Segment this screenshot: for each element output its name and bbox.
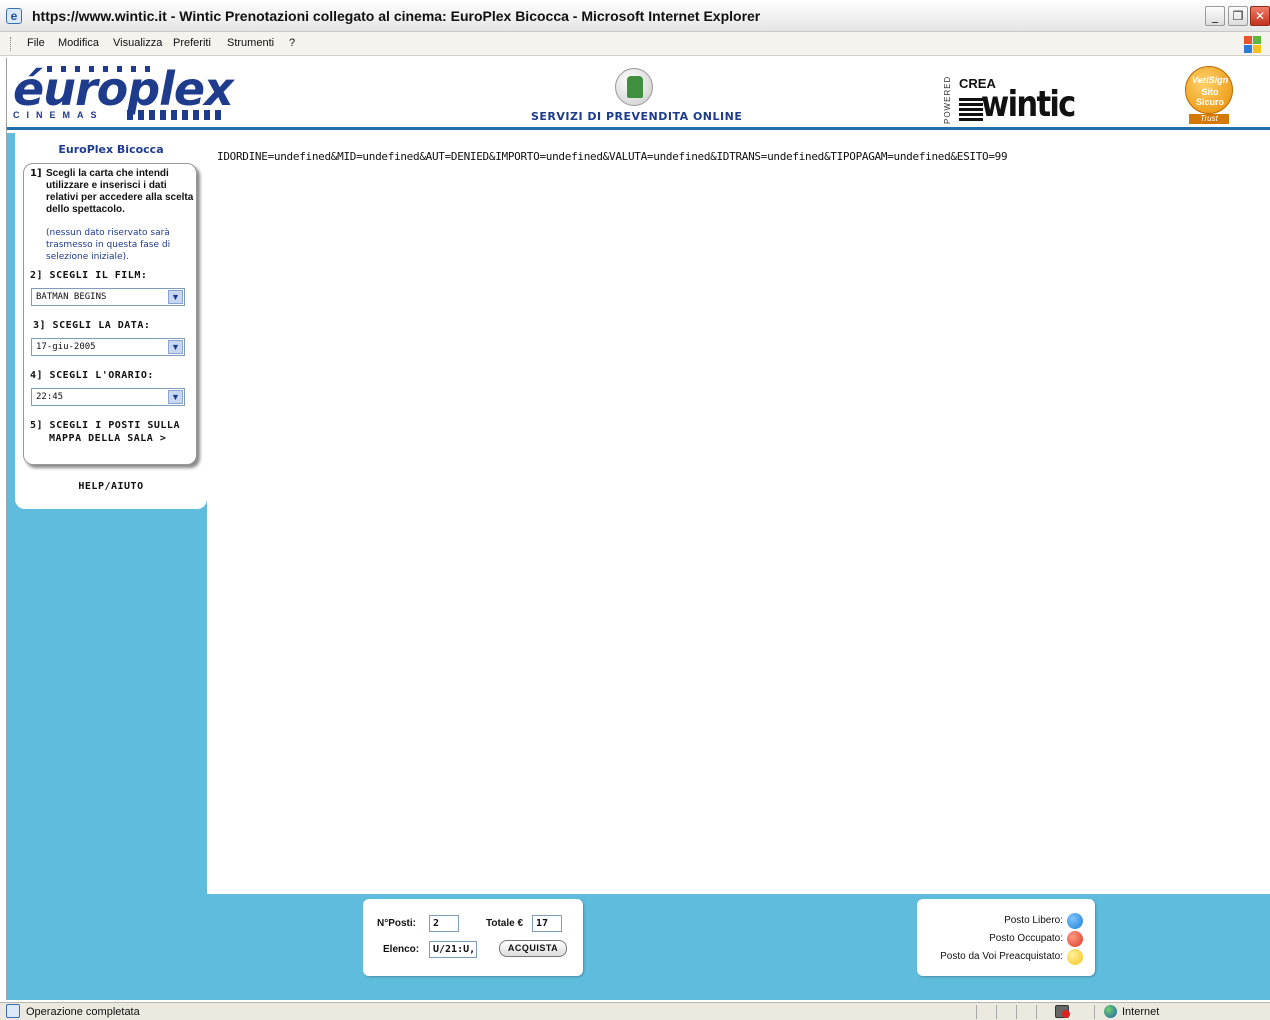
step1-note: (nessun dato riservato sarà trasmesso in… <box>46 228 171 262</box>
date-select[interactable]: 17-giu-2005 ▼ <box>31 338 185 356</box>
chevron-down-icon[interactable]: ▼ <box>168 340 183 354</box>
occupied-seat-icon <box>1067 931 1083 947</box>
status-separator <box>1036 1005 1037 1019</box>
window-title: https://www.wintic.it - Wintic Prenotazi… <box>32 8 761 24</box>
verisign-line2: Sito <box>1201 87 1219 97</box>
step1-number: 1] <box>30 168 42 179</box>
step2-label: 2] SCEGLI IL FILM: <box>30 270 148 281</box>
posti-field[interactable]: 2 <box>429 915 459 932</box>
popup-blocked-icon[interactable] <box>1055 1005 1070 1018</box>
verisign-badge-icon: VeriSign Sito Sicuro <box>1185 66 1233 114</box>
step1-text: Scegli la carta che intendi utilizzare e… <box>46 168 194 215</box>
cinema-name: EuroPlex Bicocca <box>58 143 164 156</box>
cinema-seat-icon <box>615 68 653 106</box>
internet-globe-icon <box>1104 1005 1117 1018</box>
totale-field[interactable]: 17 <box>532 915 562 932</box>
site-header: éuroplex CINEMAS SERVIZI DI PREVENDITA O… <box>7 58 1270 130</box>
logo-film-strip <box>127 110 222 120</box>
europlex-logo[interactable]: éuroplex <box>13 62 234 116</box>
film-select-value: BATMAN BEGINS <box>36 292 107 302</box>
response-query-string: IDORDINE=undefined&MID=undefined&AUT=DEN… <box>217 150 1008 163</box>
status-separator <box>1094 1005 1095 1019</box>
steps-box: 1] Scegli la carta che intendi utilizzar… <box>23 163 197 465</box>
title-bar: e https://www.wintic.it - Wintic Prenota… <box>0 0 1270 32</box>
step3-label: 3] SCEGLI LA DATA: <box>33 320 151 331</box>
elenco-label: Elenco: <box>383 944 420 955</box>
status-message: Operazione completata <box>26 1006 140 1018</box>
step5-link-line1[interactable]: 5] SCEGLI I POSTI SULLA <box>30 420 180 431</box>
menu-help[interactable]: ? <box>289 37 295 49</box>
verisign-trust: Trust <box>1189 114 1229 124</box>
chevron-down-icon[interactable]: ▼ <box>168 290 183 304</box>
status-separator <box>976 1005 977 1019</box>
chevron-down-icon[interactable]: ▼ <box>168 390 183 404</box>
menu-strumenti[interactable]: Strumenti <box>227 37 274 49</box>
ie-app-icon[interactable]: e <box>6 8 22 24</box>
sidebar-card: EuroPlex Bicocca 1] Scegli la carta che … <box>15 133 207 509</box>
step4-label: 4] SCEGLI L'ORARIO: <box>30 370 154 381</box>
seat-legend-panel: Posto Libero: Posto Occupato: Posto da V… <box>917 899 1095 976</box>
header-caption: SERVIZI DI PREVENDITA ONLINE <box>531 110 743 123</box>
menu-bar: File Modifica Visualizza Preferiti Strum… <box>0 32 1270 56</box>
page-status-icon <box>6 1004 20 1018</box>
footer-bar: N°Posti: 2 Totale € 17 Elenco: U/21:U, A… <box>7 894 1270 1000</box>
wintic-logo[interactable]: wintic <box>981 84 1076 125</box>
minimize-button[interactable]: _ <box>1205 6 1225 26</box>
date-select-value: 17-giu-2005 <box>36 342 96 352</box>
posti-label: N°Posti: <box>377 918 416 929</box>
verisign-line1: VeriSign <box>1191 75 1229 85</box>
browser-viewport: éuroplex CINEMAS SERVIZI DI PREVENDITA O… <box>6 58 1270 1000</box>
verisign-line3: Sicuro <box>1195 97 1224 107</box>
security-zone-label: Internet <box>1122 1006 1160 1018</box>
acquista-button[interactable]: ACQUISTA <box>499 940 567 957</box>
restore-button[interactable]: ❐ <box>1228 6 1248 26</box>
toolbar-grip[interactable] <box>10 37 12 51</box>
prebought-seat-icon <box>1067 949 1083 965</box>
status-separator <box>996 1005 997 1019</box>
legend-prebought-label: Posto da Voi Preacquistato: <box>940 951 1063 962</box>
wintic-logo-lines <box>959 98 983 122</box>
powered-label: POWERED <box>943 75 952 124</box>
step5-link-line2[interactable]: MAPPA DELLA SALA > <box>49 433 166 444</box>
status-separator <box>1016 1005 1017 1019</box>
totale-label: Totale € <box>486 918 524 929</box>
close-button[interactable]: ✕ <box>1250 6 1270 26</box>
menu-visualizza[interactable]: Visualizza <box>113 37 162 49</box>
menu-preferiti[interactable]: Preferiti <box>173 37 211 49</box>
order-summary-panel: N°Posti: 2 Totale € 17 Elenco: U/21:U, A… <box>363 899 583 976</box>
logo-subtitle: CINEMAS <box>13 110 104 120</box>
windows-logo-icon <box>1243 35 1261 53</box>
verisign-seal[interactable]: VeriSign Sito Sicuro Trust <box>1185 66 1233 124</box>
film-select[interactable]: BATMAN BEGINS ▼ <box>31 288 185 306</box>
status-bar: Operazione completata Internet <box>0 1002 1270 1020</box>
free-seat-icon <box>1067 913 1083 929</box>
time-select[interactable]: 22:45 ▼ <box>31 388 185 406</box>
time-select-value: 22:45 <box>36 392 64 402</box>
legend-free-label: Posto Libero: <box>1004 915 1063 926</box>
menu-modifica[interactable]: Modifica <box>58 37 99 49</box>
legend-occupied-label: Posto Occupato: <box>989 933 1063 944</box>
elenco-field[interactable]: U/21:U, <box>429 941 477 958</box>
menu-file[interactable]: File <box>27 37 45 49</box>
help-link[interactable]: HELP/AIUTO <box>15 481 207 492</box>
